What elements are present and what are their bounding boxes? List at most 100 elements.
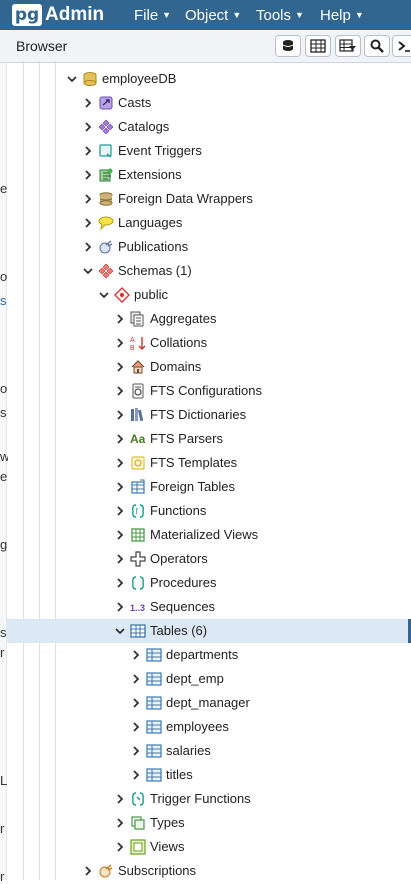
chevron-down-icon[interactable]	[82, 264, 94, 278]
tree-node-label: Sequences	[150, 599, 216, 614]
chevron-right-icon[interactable]	[82, 240, 94, 254]
chevron-right-icon[interactable]	[130, 648, 142, 662]
tree-node-views[interactable]: Views	[6, 835, 411, 859]
chevron-right-icon[interactable]	[114, 576, 126, 590]
chevron-right-icon[interactable]	[130, 672, 142, 686]
tree-node-operators[interactable]: Operators	[6, 547, 411, 571]
browser-panel-header: Browser	[0, 30, 411, 63]
tree-node-publications[interactable]: Publications	[6, 235, 411, 259]
tree-node-procedures[interactable]: Procedures	[6, 571, 411, 595]
chevron-down-icon[interactable]	[66, 72, 78, 86]
chevron-right-icon[interactable]	[82, 120, 94, 134]
chevron-right-icon[interactable]	[130, 720, 142, 734]
tree-node-titles[interactable]: titles	[6, 763, 411, 787]
tree-node-domains[interactable]: Domains	[6, 355, 411, 379]
tree-node-label: Operators	[150, 551, 208, 566]
chevron-right-icon[interactable]	[114, 432, 126, 446]
chevron-right-icon[interactable]	[114, 504, 126, 518]
tree-node-label: Materialized Views	[150, 527, 259, 542]
tree-node-fts-configurations[interactable]: FTS Configurations	[6, 379, 411, 403]
tree-node-aggregates[interactable]: Aggregates	[6, 307, 411, 331]
menu-file[interactable]: File ▼	[134, 0, 171, 30]
tree-node-collations[interactable]: A B Collations	[6, 331, 411, 355]
pgadmin-logo[interactable]: pg Admin	[12, 3, 104, 27]
logo-admin: Admin	[45, 4, 105, 25]
tables-icon	[130, 624, 146, 638]
tree-node-tables[interactable]: Tables (6)	[6, 619, 411, 643]
tree-node-label: Tables (6)	[150, 623, 208, 638]
tree-node-foreign-tables[interactable]: Foreign Tables	[6, 475, 411, 499]
tree-node-label: Catalogs	[118, 119, 170, 134]
menu-object-label: Object	[185, 6, 229, 24]
chevron-right-icon[interactable]	[114, 312, 126, 326]
tree-node-departments[interactable]: departments	[6, 643, 411, 667]
tree-node-employeedb[interactable]: employeeDB	[6, 67, 411, 91]
chevron-right-icon[interactable]	[82, 168, 94, 182]
tree-node-fts-parsers[interactable]: Aa FTS Parsers	[6, 427, 411, 451]
chevron-right-icon[interactable]	[114, 408, 126, 422]
psql-tool-button[interactable]	[392, 35, 411, 57]
tree-node-salaries[interactable]: salaries	[6, 739, 411, 763]
search-objects-button[interactable]	[364, 35, 390, 57]
tree-node-label: Functions	[150, 503, 207, 518]
chevron-right-icon[interactable]	[114, 600, 126, 614]
menu-tools[interactable]: Tools ▼	[256, 0, 304, 30]
chevron-right-icon[interactable]	[114, 360, 126, 374]
filtered-rows-button[interactable]	[335, 35, 361, 57]
chevron-right-icon[interactable]	[114, 816, 126, 830]
tree-node-sequences[interactable]: 1..3 Sequences	[6, 595, 411, 619]
tree-node-label: Schemas (1)	[118, 263, 192, 278]
chevron-right-icon[interactable]	[130, 696, 142, 710]
tree-node-label: FTS Templates	[150, 455, 238, 470]
table-icon	[146, 672, 162, 686]
tree-node-casts[interactable]: Casts	[6, 91, 411, 115]
tree-node-event-triggers[interactable]: Event Triggers	[6, 139, 411, 163]
chevron-right-icon[interactable]	[130, 744, 142, 758]
casts-icon	[99, 96, 113, 110]
tree-node-label: Trigger Functions	[150, 791, 251, 806]
chevron-right-icon[interactable]	[114, 840, 126, 854]
chevron-down-icon[interactable]	[98, 288, 110, 302]
tree-node-dept-manager[interactable]: dept_manager	[6, 691, 411, 715]
tree-node-functions[interactable]: f Functions	[6, 499, 411, 523]
tree-node-public[interactable]: public	[6, 283, 411, 307]
tree-node-trigger-functions[interactable]: Trigger Functions	[6, 787, 411, 811]
database-icon	[282, 40, 294, 51]
tree-node-dept-emp[interactable]: dept_emp	[6, 667, 411, 691]
chevron-right-icon[interactable]	[114, 792, 126, 806]
tree-node-label: FTS Dictionaries	[150, 407, 247, 422]
fts-configurations-icon	[132, 383, 144, 399]
types-icon	[131, 816, 145, 830]
tree-node-employees[interactable]: employees	[6, 715, 411, 739]
tree-node-languages[interactable]: Languages	[6, 211, 411, 235]
chevron-right-icon[interactable]	[82, 192, 94, 206]
view-data-button[interactable]	[305, 35, 331, 57]
chevron-right-icon[interactable]	[82, 216, 94, 230]
tree-node-catalogs[interactable]: Catalogs	[6, 115, 411, 139]
tree-node-schemas[interactable]: Schemas (1)	[6, 259, 411, 283]
chevron-right-icon[interactable]	[114, 480, 126, 494]
chevron-right-icon[interactable]	[114, 456, 126, 470]
tree-node-foreign-data-wrappers[interactable]: Foreign Data Wrappers	[6, 187, 411, 211]
table-icon	[146, 768, 162, 782]
tree-node-extensions[interactable]: Extensions	[6, 163, 411, 187]
chevron-right-icon[interactable]	[82, 96, 94, 110]
tree-node-label: Aggregates	[150, 311, 217, 326]
tree-node-fts-dictionaries[interactable]: FTS Dictionaries	[6, 403, 411, 427]
chevron-right-icon[interactable]	[82, 144, 94, 158]
menu-object[interactable]: Object ▼	[185, 0, 241, 30]
query-tool-button[interactable]	[275, 35, 301, 57]
chevron-right-icon[interactable]	[130, 768, 142, 782]
tree-node-types[interactable]: Types	[6, 811, 411, 835]
tree-node-materialized-views[interactable]: Materialized Views	[6, 523, 411, 547]
tree-node-subscriptions[interactable]: Subscriptions	[6, 859, 411, 883]
menu-help[interactable]: Help ▼	[320, 0, 364, 30]
chevron-right-icon[interactable]	[114, 528, 126, 542]
chevron-right-icon[interactable]	[82, 864, 94, 878]
chevron-right-icon[interactable]	[114, 384, 126, 398]
logo-pg: pg	[12, 4, 42, 26]
chevron-down-icon[interactable]	[114, 624, 126, 638]
chevron-right-icon[interactable]	[114, 336, 126, 350]
tree-node-fts-templates[interactable]: FTS Templates	[6, 451, 411, 475]
chevron-right-icon[interactable]	[114, 552, 126, 566]
